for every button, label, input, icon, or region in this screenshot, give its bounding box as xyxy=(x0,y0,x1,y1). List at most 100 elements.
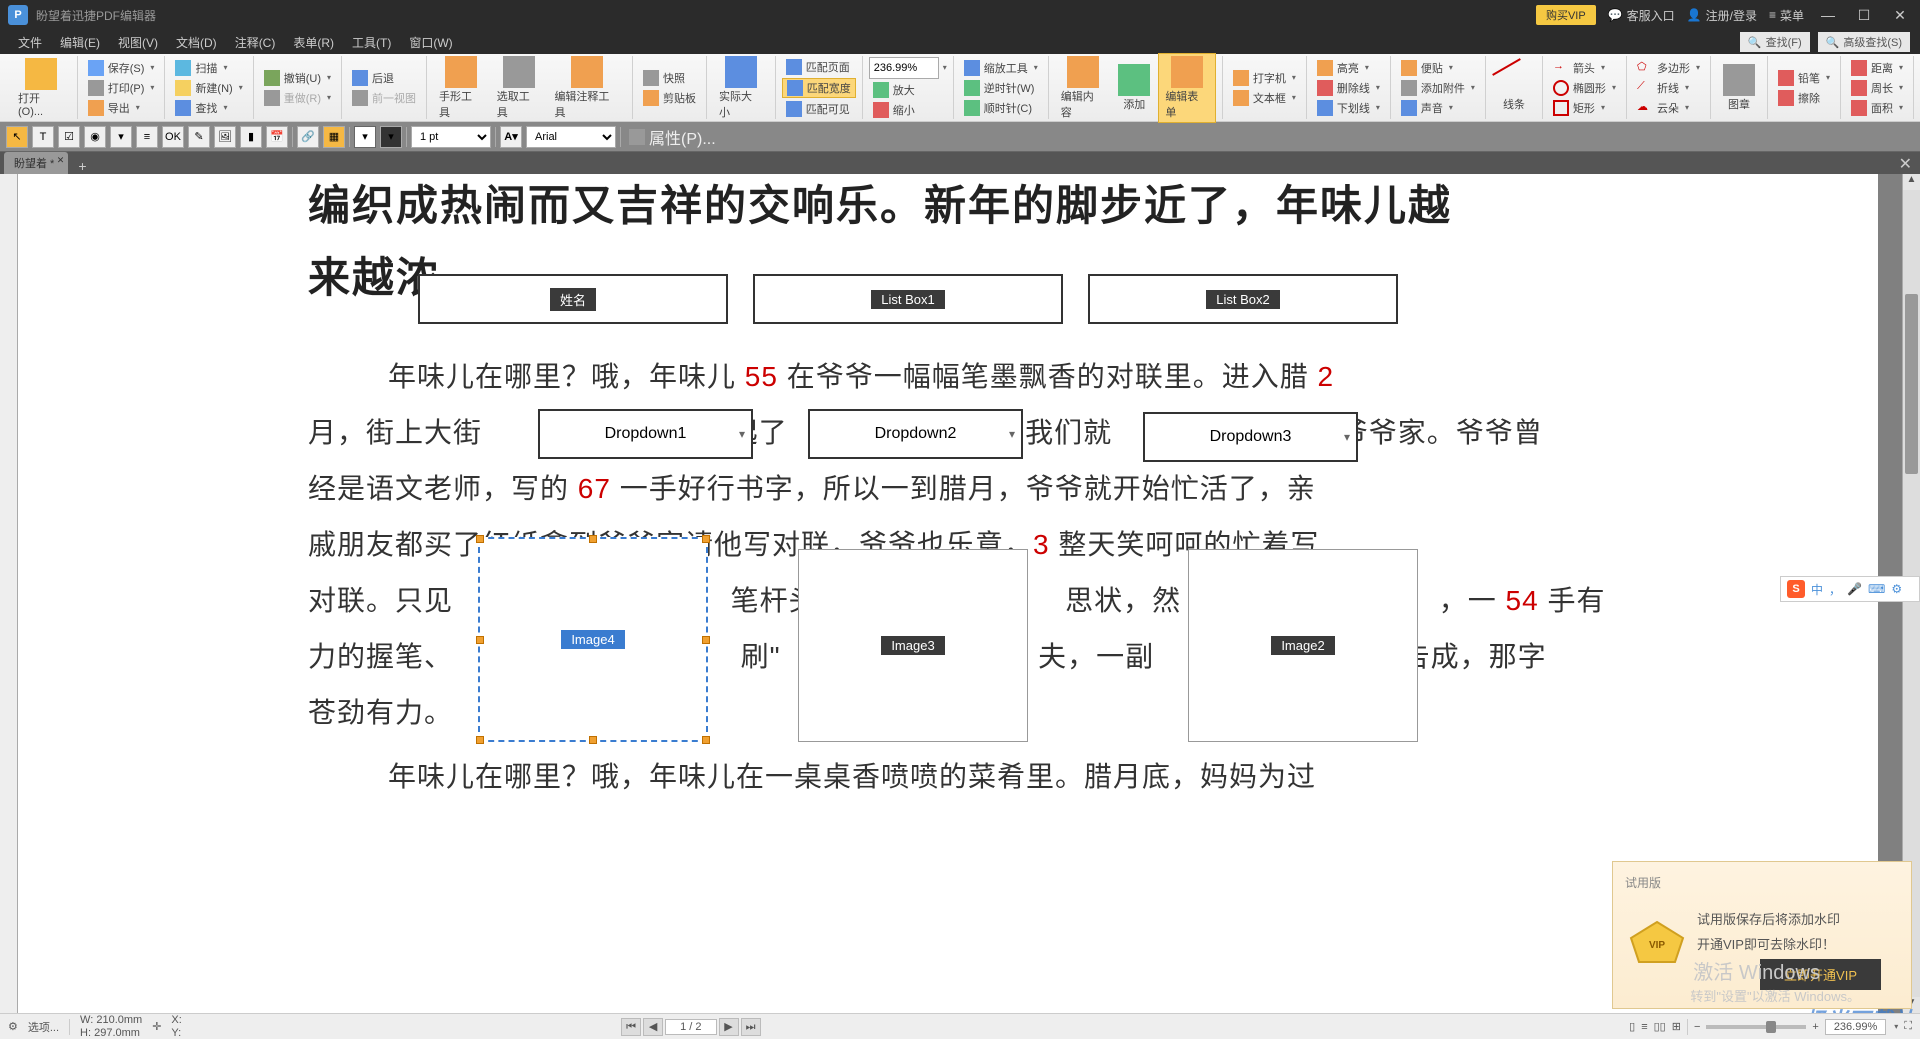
view-continuous[interactable]: ≡ xyxy=(1641,1021,1647,1033)
edit-content-button[interactable]: 编辑内容 xyxy=(1055,54,1111,122)
distance-button[interactable]: 距离▾ xyxy=(1847,59,1907,77)
new-button[interactable]: 新建(N)▾ xyxy=(171,79,246,97)
fit-visible-button[interactable]: 匹配可见 xyxy=(782,100,856,118)
tab-close-icon[interactable]: ✕ xyxy=(57,155,65,166)
scroll-up-icon[interactable]: ▲ xyxy=(1903,174,1920,190)
undo-button[interactable]: 撤销(U)▾ xyxy=(260,69,335,87)
line-width-select[interactable]: 1 pt xyxy=(411,126,491,148)
close-button[interactable]: ✕ xyxy=(1888,7,1912,24)
date-tool[interactable]: 📅 xyxy=(266,126,288,148)
rotate-ccw-button[interactable]: 逆时针(W) xyxy=(960,79,1042,97)
gear-icon[interactable]: ⚙ xyxy=(8,1020,18,1033)
checkbox-tool[interactable]: ☑ xyxy=(58,126,80,148)
link-tool[interactable]: 🔗 xyxy=(297,126,319,148)
pencil-button[interactable]: 铅笔▾ xyxy=(1774,69,1834,87)
eraser-button[interactable]: 擦除 xyxy=(1774,89,1834,107)
ime-settings-icon[interactable]: ⚙ xyxy=(1891,582,1902,596)
hand-tool-button[interactable]: 手形工具 xyxy=(433,54,489,122)
zoom-slider[interactable] xyxy=(1706,1025,1806,1029)
zoom-tool-button[interactable]: 缩放工具▾ xyxy=(960,59,1042,77)
stroke-color[interactable]: ▾ xyxy=(380,126,402,148)
menu-button[interactable]: ≡菜单 xyxy=(1769,7,1804,24)
find-button[interactable]: 🔍查找(F) xyxy=(1740,32,1810,52)
form-listbox-1[interactable]: List Box1 xyxy=(753,274,1063,324)
stamp-button[interactable]: 图章 xyxy=(1717,62,1761,114)
edit-form-button[interactable]: 编辑表单 xyxy=(1158,53,1216,123)
perimeter-button[interactable]: 周长▾ xyxy=(1847,79,1907,97)
zoom-out-button[interactable]: 缩小 xyxy=(869,101,947,119)
pointer-tool[interactable]: ↖ xyxy=(6,126,28,148)
prev-page-button[interactable]: ◀ xyxy=(643,1018,663,1036)
textbox-button[interactable]: 文本框▾ xyxy=(1229,89,1300,107)
save-button[interactable]: 保存(S)▾ xyxy=(84,59,159,77)
image-tool[interactable]: 🖼 xyxy=(214,126,236,148)
polyline-button[interactable]: ⟋折线▾ xyxy=(1633,79,1704,97)
select-tool-button[interactable]: 选取工具 xyxy=(491,54,547,122)
advanced-find-button[interactable]: 🔍高级查找(S) xyxy=(1818,32,1910,52)
radio-tool[interactable]: ◉ xyxy=(84,126,106,148)
maximize-button[interactable]: ☐ xyxy=(1852,7,1876,24)
barcode-tool[interactable]: ▮ xyxy=(240,126,262,148)
attach-button[interactable]: 添加附件▾ xyxy=(1397,79,1479,97)
form-listbox-2[interactable]: List Box2 xyxy=(1088,274,1398,324)
typewriter-button[interactable]: 打字机▾ xyxy=(1229,69,1300,87)
font-select[interactable]: Arial xyxy=(526,126,616,148)
signature-tool[interactable]: ✎ xyxy=(188,126,210,148)
rotate-cw-button[interactable]: 顺时针(C) xyxy=(960,99,1042,117)
fit-toggle[interactable]: ⛶ xyxy=(1904,1020,1912,1033)
ime-toolbar[interactable]: S 中 ， 🎤 ⌨ ⚙ xyxy=(1780,576,1920,602)
zoom-value[interactable]: 236.99% xyxy=(1825,1019,1886,1035)
fit-width-button[interactable]: 匹配宽度 xyxy=(782,78,856,98)
sound-button[interactable]: 声音▾ xyxy=(1397,99,1479,117)
menu-document[interactable]: 文档(D) xyxy=(168,32,225,53)
area-button[interactable]: 面积▾ xyxy=(1847,99,1907,117)
menu-file[interactable]: 文件 xyxy=(10,32,50,53)
scan-button[interactable]: 扫描▾ xyxy=(171,59,246,77)
real-size-button[interactable]: 实际大小 xyxy=(713,54,769,122)
list-tool[interactable]: ≡ xyxy=(136,126,158,148)
add-button[interactable]: 添加 xyxy=(1112,62,1156,114)
clipboard-button[interactable]: 剪贴板 xyxy=(639,89,700,107)
next-page-button[interactable]: ▶ xyxy=(719,1018,739,1036)
login-button[interactable]: 👤注册/登录 xyxy=(1687,7,1757,24)
options-button[interactable]: 选项... xyxy=(28,1019,59,1035)
scroll-thumb[interactable] xyxy=(1905,294,1918,474)
tab-document-1[interactable]: 盼望着 *✕ xyxy=(4,152,68,174)
form-dropdown-1[interactable]: Dropdown1 xyxy=(538,409,753,459)
snapshot-button[interactable]: 快照 xyxy=(639,69,700,87)
form-image-3[interactable]: Image3 xyxy=(798,549,1028,742)
font-color[interactable]: A▾ xyxy=(500,126,522,148)
line-shape-button[interactable]: 线条 xyxy=(1492,62,1536,114)
zoom-in-status[interactable]: + xyxy=(1812,1021,1818,1033)
note-button[interactable]: 便贴▾ xyxy=(1397,59,1479,77)
highlight-button[interactable]: 高亮▾ xyxy=(1313,59,1384,77)
open-button[interactable]: 打开(O)... xyxy=(12,56,71,120)
form-textfield-name[interactable]: 姓名 xyxy=(418,274,728,324)
textfield-tool[interactable]: T xyxy=(32,126,54,148)
menu-view[interactable]: 视图(V) xyxy=(110,32,166,53)
ime-mic-icon[interactable]: 🎤 xyxy=(1847,582,1862,596)
tab-add-button[interactable]: + xyxy=(70,158,94,174)
customer-service-button[interactable]: 💬客服入口 xyxy=(1608,7,1675,24)
combo-tool[interactable]: ▾ xyxy=(110,126,132,148)
menu-edit[interactable]: 编辑(E) xyxy=(52,32,108,53)
forward-button[interactable]: 前一视图 xyxy=(348,89,420,107)
underline-button[interactable]: 下划线▾ xyxy=(1313,99,1384,117)
export-button[interactable]: 导出▾ xyxy=(84,99,159,117)
view-continuous-facing[interactable]: ⊞ xyxy=(1672,1020,1681,1033)
find-ribbon-button[interactable]: 查找▾ xyxy=(171,99,246,117)
menu-window[interactable]: 窗口(W) xyxy=(401,32,460,53)
ime-keyboard-icon[interactable]: ⌨ xyxy=(1868,582,1885,596)
tabstrip-close-button[interactable]: ✕ xyxy=(1891,154,1920,174)
button-tool[interactable]: OK xyxy=(162,126,184,148)
first-page-button[interactable]: ⏮ xyxy=(621,1018,641,1036)
ime-punct-icon[interactable]: ， xyxy=(1829,581,1841,598)
edit-annot-tool-button[interactable]: 编辑注释工具 xyxy=(548,54,626,122)
print-button[interactable]: 打印(P)▾ xyxy=(84,79,159,97)
form-image-2[interactable]: Image2 xyxy=(1188,549,1418,742)
form-dropdown-2[interactable]: Dropdown2 xyxy=(808,409,1023,459)
zoom-input[interactable] xyxy=(869,57,939,79)
buy-vip-button[interactable]: 购买VIP xyxy=(1536,5,1596,25)
cloud-button[interactable]: ☁云朵▾ xyxy=(1633,99,1704,117)
fill-color[interactable]: ▾ xyxy=(354,126,376,148)
